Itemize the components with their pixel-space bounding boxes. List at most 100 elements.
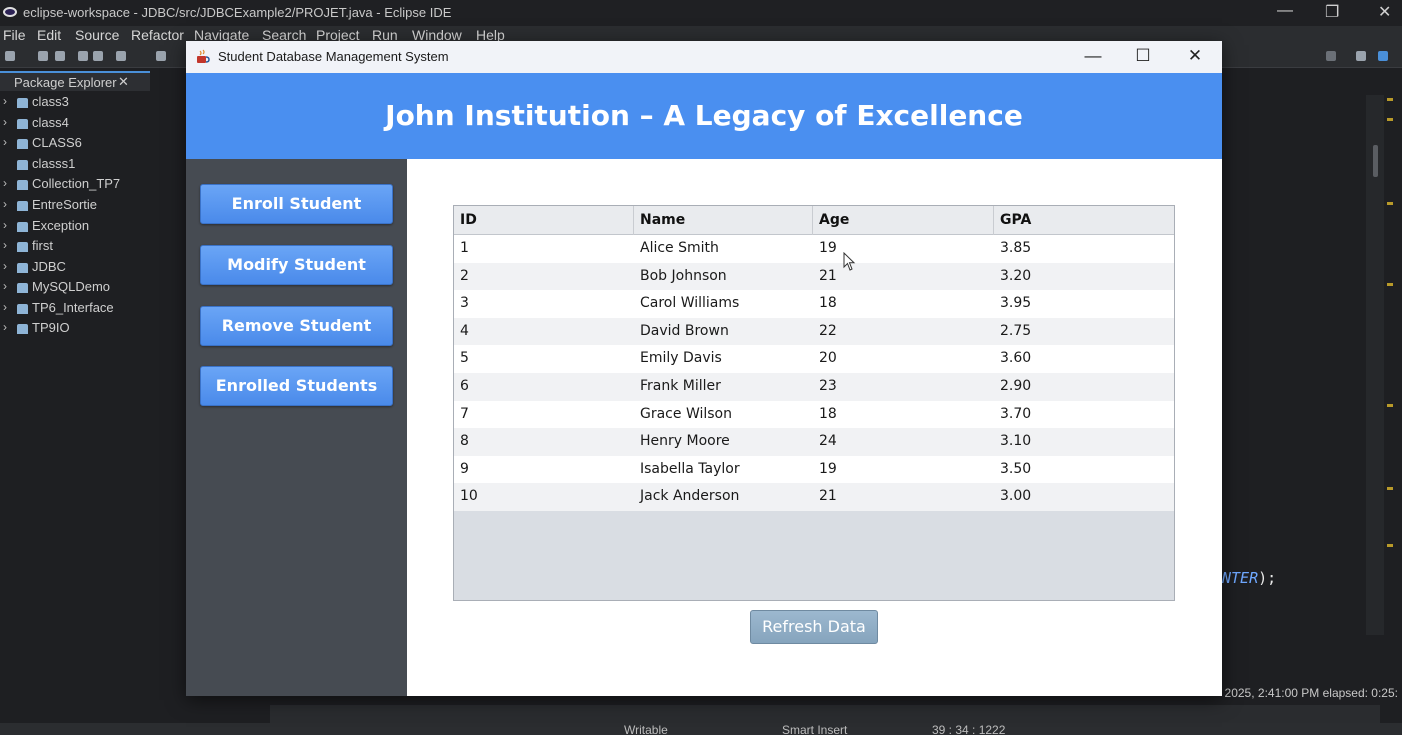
package-explorer-tab[interactable]: Package Explorer ✕	[0, 71, 150, 91]
cell-id: 5	[460, 350, 469, 367]
cell-age: 19	[819, 460, 837, 477]
project-name: TP6_Interface	[32, 300, 114, 315]
menu-source[interactable]: Source	[75, 27, 119, 43]
remove-student-button[interactable]: Remove Student	[200, 306, 393, 346]
cell-name: Emily Davis	[640, 350, 722, 367]
overview-marker[interactable]	[1387, 118, 1393, 121]
main-content: ID Name Age GPA 1 Alice Smith 19 3.85 2 Bob J…	[407, 159, 1222, 696]
overview-marker[interactable]	[1387, 202, 1393, 205]
new-icon[interactable]	[5, 51, 15, 61]
project-name: MySQLDemo	[32, 279, 111, 294]
cell-id: 6	[460, 378, 469, 394]
chevron-right-icon[interactable]: ›	[3, 300, 7, 314]
enroll-student-button[interactable]: Enroll Student	[200, 184, 393, 224]
chevron-right-icon[interactable]: ›	[3, 238, 7, 252]
cell-gpa: 3.20	[1000, 267, 1032, 284]
cell-gpa: 2.90	[1000, 378, 1032, 394]
ide-restore-icon[interactable]: ❐	[1325, 2, 1339, 22]
overview-marker[interactable]	[1387, 487, 1393, 490]
cell-age: 18	[819, 405, 837, 422]
overview-marker[interactable]	[1387, 98, 1393, 101]
maximize-button[interactable]: ☐	[1120, 41, 1166, 73]
chevron-right-icon[interactable]: ›	[3, 259, 7, 273]
project-name: TP9IO	[32, 320, 70, 335]
chevron-right-icon[interactable]: ›	[3, 218, 7, 232]
chevron-right-icon[interactable]: ›	[3, 176, 7, 190]
java-perspective-icon[interactable]	[1378, 51, 1388, 61]
overview-marker[interactable]	[1387, 283, 1393, 286]
overview-marker[interactable]	[1387, 544, 1393, 547]
menu-refactor[interactable]: Refactor	[131, 27, 184, 43]
column-header-name[interactable]: Name	[634, 206, 813, 235]
cell-name: Isabella Taylor	[640, 460, 740, 477]
chevron-right-icon[interactable]: ›	[3, 135, 7, 149]
page-title: John Institution – A Legacy of Excellenc…	[385, 99, 1023, 132]
table-row[interactable]: 1 Alice Smith 19 3.85	[454, 235, 1174, 263]
table-row[interactable]: 2 Bob Johnson 21 3.20	[454, 262, 1174, 291]
overview-marker[interactable]	[1387, 404, 1393, 407]
refresh-data-button[interactable]: Refresh Data	[750, 610, 878, 644]
ide-minimize-icon[interactable]: —	[1277, 2, 1293, 20]
modify-student-button[interactable]: Modify Student	[200, 245, 393, 285]
table-row[interactable]: 5 Emily Davis 20 3.60	[454, 345, 1174, 373]
close-button[interactable]: ✕	[1172, 41, 1218, 73]
project-icon	[17, 119, 28, 129]
save-icon[interactable]	[38, 51, 48, 61]
project-name: Exception	[32, 218, 90, 233]
menu-file[interactable]: File	[3, 27, 26, 43]
cell-id: 8	[460, 433, 469, 450]
code-fragment: NTER);	[1222, 569, 1276, 587]
table-row[interactable]: 8 Henry Moore 24 3.10	[454, 428, 1174, 456]
chevron-right-icon[interactable]: ›	[3, 197, 7, 211]
cell-gpa: 3.95	[1000, 295, 1032, 312]
save-all-icon[interactable]	[55, 51, 65, 61]
table-row[interactable]: 3 Carol Williams 18 3.95	[454, 290, 1174, 318]
redo-icon[interactable]	[93, 51, 103, 61]
console-scrollbar[interactable]	[270, 705, 1380, 723]
ide-window-title: eclipse-workspace - JDBC/src/JDBCExample…	[23, 5, 452, 20]
chevron-right-icon[interactable]: ›	[3, 115, 7, 129]
terminal-icon[interactable]	[116, 51, 126, 61]
table-row[interactable]: 9 Isabella Taylor 19 3.50	[454, 455, 1174, 484]
menu-edit[interactable]: Edit	[37, 27, 61, 43]
cell-age: 23	[819, 378, 837, 394]
editor-scrollbar[interactable]	[1366, 95, 1384, 635]
window-title: Student Database Management System	[218, 49, 449, 64]
cell-id: 9	[460, 460, 469, 477]
project-name: JDBC	[32, 259, 66, 274]
cell-gpa: 3.50	[1000, 460, 1032, 477]
column-header-age[interactable]: Age	[813, 206, 994, 235]
cell-name: Jack Anderson	[640, 488, 740, 505]
code-keyword: NTER	[1222, 569, 1259, 587]
undo-icon[interactable]	[78, 51, 88, 61]
open-perspective-icon[interactable]	[1356, 51, 1366, 61]
project-icon	[17, 201, 28, 211]
column-header-id[interactable]: ID	[454, 206, 634, 235]
project-icon	[17, 139, 28, 149]
debug-icon[interactable]	[156, 51, 166, 61]
project-name: classs1	[32, 156, 76, 171]
table-row[interactable]: 7 Grace Wilson 18 3.70	[454, 400, 1174, 429]
table-row[interactable]: 10 Jack Anderson 21 3.00	[454, 483, 1174, 511]
chevron-right-icon[interactable]: ›	[3, 279, 7, 293]
cell-id: 3	[460, 295, 469, 312]
scrollbar-thumb[interactable]	[1373, 145, 1378, 177]
window-titlebar[interactable]: Student Database Management System — ☐ ✕	[186, 41, 1222, 73]
minimize-button[interactable]: —	[1070, 41, 1116, 73]
column-header-gpa[interactable]: GPA	[994, 206, 1174, 235]
enrolled-students-button[interactable]: Enrolled Students	[200, 366, 393, 406]
cell-name: Frank Miller	[640, 378, 721, 394]
table-row[interactable]: 4 David Brown 22 2.75	[454, 317, 1174, 346]
ide-titlebar: eclipse-workspace - JDBC/src/JDBCExample…	[0, 0, 1402, 26]
search-icon[interactable]	[1326, 51, 1336, 61]
ide-close-icon[interactable]: ✕	[1378, 2, 1391, 22]
cell-age: 20	[819, 350, 837, 367]
package-explorer: Package Explorer ✕ › class3 › class4 › CLAS…	[0, 68, 186, 735]
cell-name: Grace Wilson	[640, 405, 732, 422]
close-icon[interactable]: ✕	[118, 74, 129, 90]
chevron-right-icon[interactable]: ›	[3, 320, 7, 334]
project-name: first	[32, 238, 53, 253]
table-row[interactable]: 6 Frank Miller 23 2.90	[454, 373, 1174, 401]
students-table[interactable]: ID Name Age GPA 1 Alice Smith 19 3.85 2 Bob J…	[453, 205, 1175, 601]
chevron-right-icon[interactable]: ›	[3, 94, 7, 108]
